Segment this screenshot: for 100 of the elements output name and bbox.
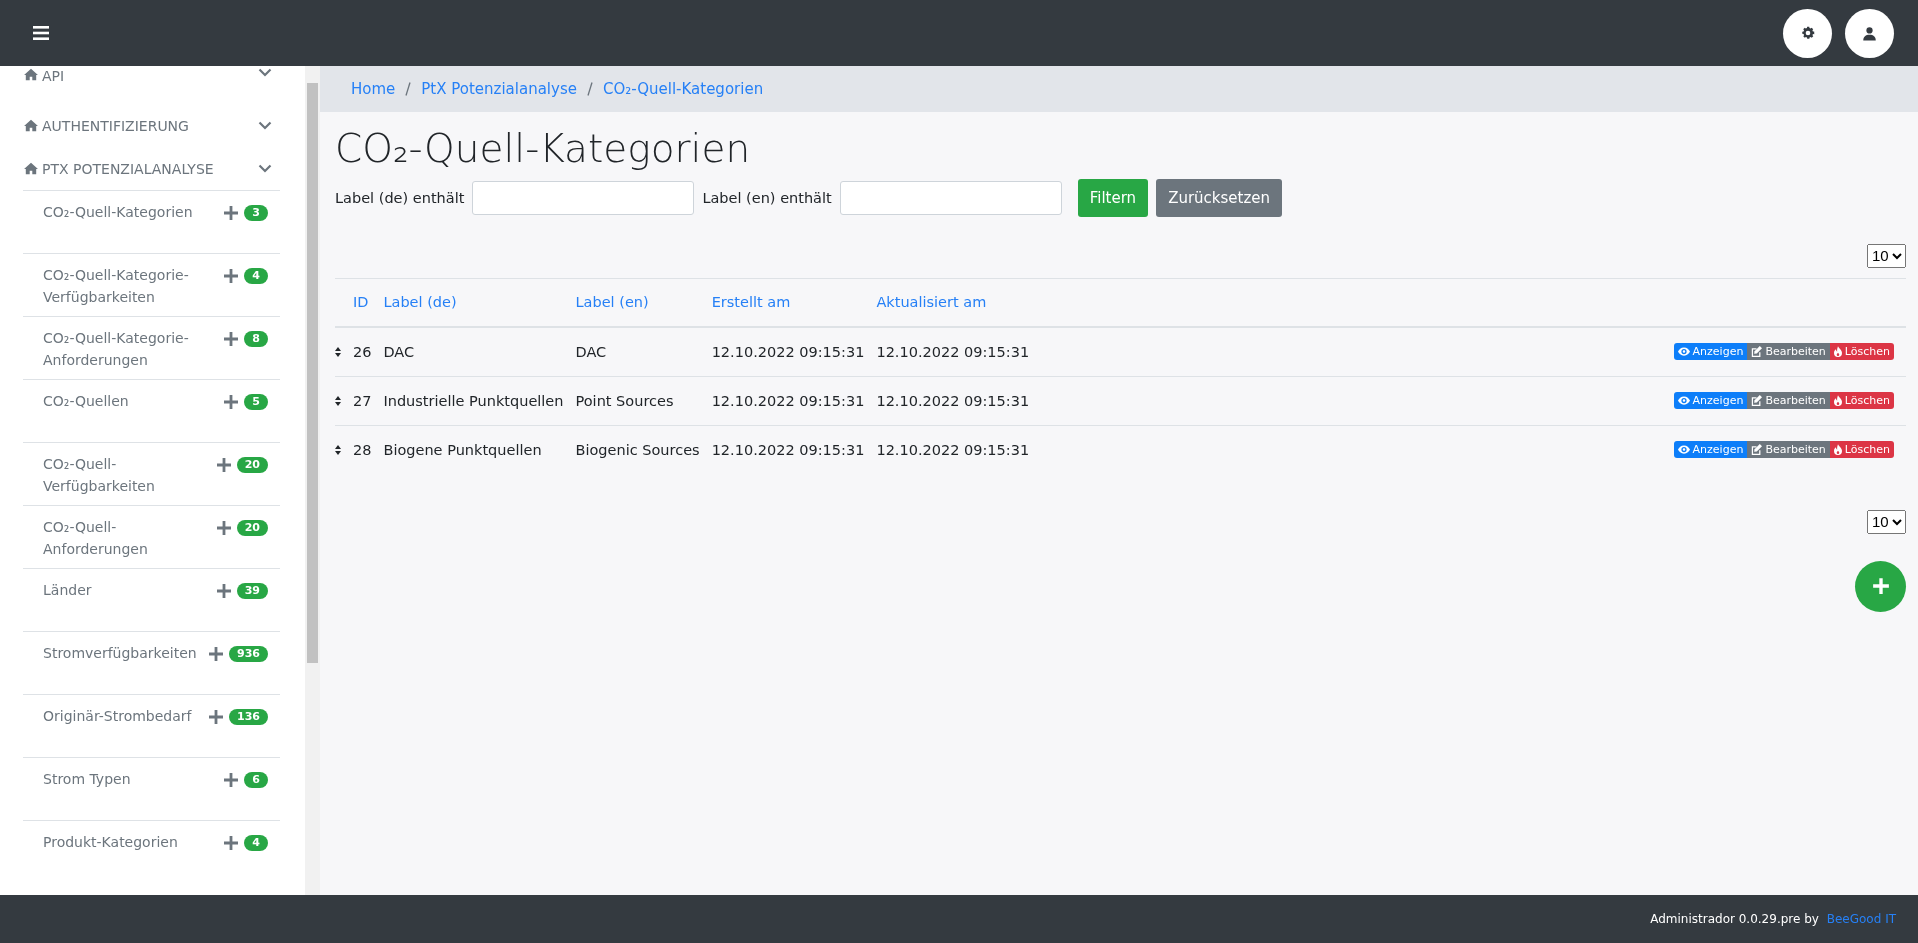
add-icon[interactable] [216,584,231,598]
add-icon[interactable] [216,521,231,535]
add-icon[interactable] [224,332,239,346]
eye-icon [1677,396,1690,406]
count-badge: 5 [244,394,268,410]
count-badge: 4 [244,835,268,851]
column-header[interactable]: Aktualisiert am [876,294,987,311]
edit-button[interactable]: Bearbeiten [1747,441,1830,459]
filter-input[interactable] [472,180,695,215]
sidebar-item[interactable]: CO₂-Quell-Anforderungen [43,516,213,560]
delete-button[interactable]: Löschen [1829,343,1894,361]
filter-label: Label (de) enthält [335,189,465,206]
sidebar-item[interactable]: Produkt-Kategorien [43,831,221,853]
count-badge: 39 [236,583,268,599]
sidebar-item[interactable]: Länder [43,579,213,601]
home-icon [23,162,39,175]
table-cell: 12.10.2022 09:15:31 [711,392,865,409]
sidebar-item[interactable]: CO₂-Quell-Kategorien [43,201,221,223]
add-icon[interactable] [224,269,239,283]
table-cell: 12.10.2022 09:15:31 [876,441,1030,458]
add-button[interactable] [1855,560,1906,612]
add-icon[interactable] [224,836,239,850]
table-cell: 12.10.2022 09:15:31 [711,343,865,360]
table-cell: 27 [353,392,372,409]
sort-icon[interactable] [335,444,341,455]
menu-icon[interactable] [33,26,49,40]
eye-icon [1677,445,1690,455]
eye-icon [1677,347,1690,357]
table-cell: 28 [353,441,372,458]
sidebar-item[interactable]: CO₂-Quell-Verfügbarkeiten [43,453,213,497]
count-badge: 8 [244,331,268,347]
footer-text: Administrador 0.0.29.pre by [1650,912,1820,926]
sidebar-item[interactable]: CO₂-Quell-Kategorie-Verfügbarkeiten [43,264,221,308]
settings-button[interactable] [1783,8,1832,58]
breadcrumb-link[interactable]: CO₂-Quell-Kategorien [602,80,764,98]
count-badge: 4 [244,268,268,284]
column-header[interactable]: Erstellt am [711,294,791,311]
add-icon[interactable] [209,647,224,661]
table-cell: Industrielle Punktquellen [383,392,564,409]
table-cell: Biogene Punktquellen [383,441,542,458]
sort-icon[interactable] [335,395,341,406]
column-header[interactable]: Label (en) [575,294,649,311]
delete-button[interactable]: Löschen [1829,441,1894,459]
edit-icon [1751,346,1763,358]
slash-icon [405,82,412,96]
count-badge: 3 [244,205,268,221]
view-button[interactable]: Anzeigen [1673,343,1748,361]
view-button[interactable]: Anzeigen [1673,441,1748,459]
sidebar-section[interactable]: AUTHENTIFIZIERUNG [23,104,280,147]
column-header[interactable]: Label (de) [383,294,457,311]
scrollbar[interactable] [305,66,320,895]
table-cell: DAC [575,343,607,360]
page-size-select[interactable]: 10 [1867,509,1906,534]
breadcrumb-link[interactable]: Home [351,80,396,98]
sidebar-section[interactable]: API [23,66,280,104]
edit-button[interactable]: Bearbeiten [1747,343,1830,361]
edit-icon [1751,444,1763,456]
column-header[interactable]: ID [353,294,369,311]
table-cell: 12.10.2022 09:15:31 [876,343,1030,360]
count-badge: 20 [236,457,268,473]
company-link[interactable]: BeeGood IT [1826,912,1896,926]
table-cell: 12.10.2022 09:15:31 [711,441,865,458]
edit-button[interactable]: Bearbeiten [1747,392,1830,410]
filter-button[interactable]: Filtern [1077,178,1149,217]
settings-icon [1799,25,1816,41]
flame-icon [1833,395,1842,407]
user-icon [1862,25,1877,41]
page-size-select[interactable]: 10 [1867,243,1906,268]
user-button[interactable] [1845,8,1894,58]
table-cell: Point Sources [575,392,674,409]
slash-icon [586,82,593,96]
count-badge: 136 [229,709,268,725]
table-cell: 12.10.2022 09:15:31 [876,392,1030,409]
chevron-icon [258,121,272,130]
sidebar-item[interactable]: CO₂-Quell-Kategorie-Anforderungen [43,327,221,371]
chevron-icon [258,164,272,173]
sidebar-section[interactable]: PTX POTENZIALANALYSE [23,147,280,190]
flame-icon [1833,346,1842,358]
edit-icon [1751,395,1763,407]
add-icon[interactable] [224,773,239,787]
count-badge: 20 [236,520,268,536]
chevron-icon [258,68,272,77]
flame-icon [1833,444,1842,456]
sort-icon[interactable] [335,346,341,357]
sidebar-item[interactable]: Stromverfügbarkeiten [43,642,206,664]
count-badge: 6 [244,772,268,788]
view-button[interactable]: Anzeigen [1673,392,1748,410]
add-icon[interactable] [224,395,239,409]
table-cell: Biogenic Sources [575,441,700,458]
breadcrumb-link[interactable]: PtX Potenzialanalyse [421,80,577,98]
sidebar-item[interactable]: Originär-Strombedarf [43,705,206,727]
add-icon[interactable] [216,458,231,472]
reset-button[interactable]: Zurücksetzen [1156,178,1283,217]
sidebar-item[interactable]: Strom Typen [43,768,221,790]
count-badge: 936 [229,646,268,662]
add-icon[interactable] [209,710,224,724]
add-icon[interactable] [224,206,239,220]
filter-input[interactable] [839,180,1062,215]
delete-button[interactable]: Löschen [1829,392,1894,410]
sidebar-item[interactable]: CO₂-Quellen [43,390,221,412]
